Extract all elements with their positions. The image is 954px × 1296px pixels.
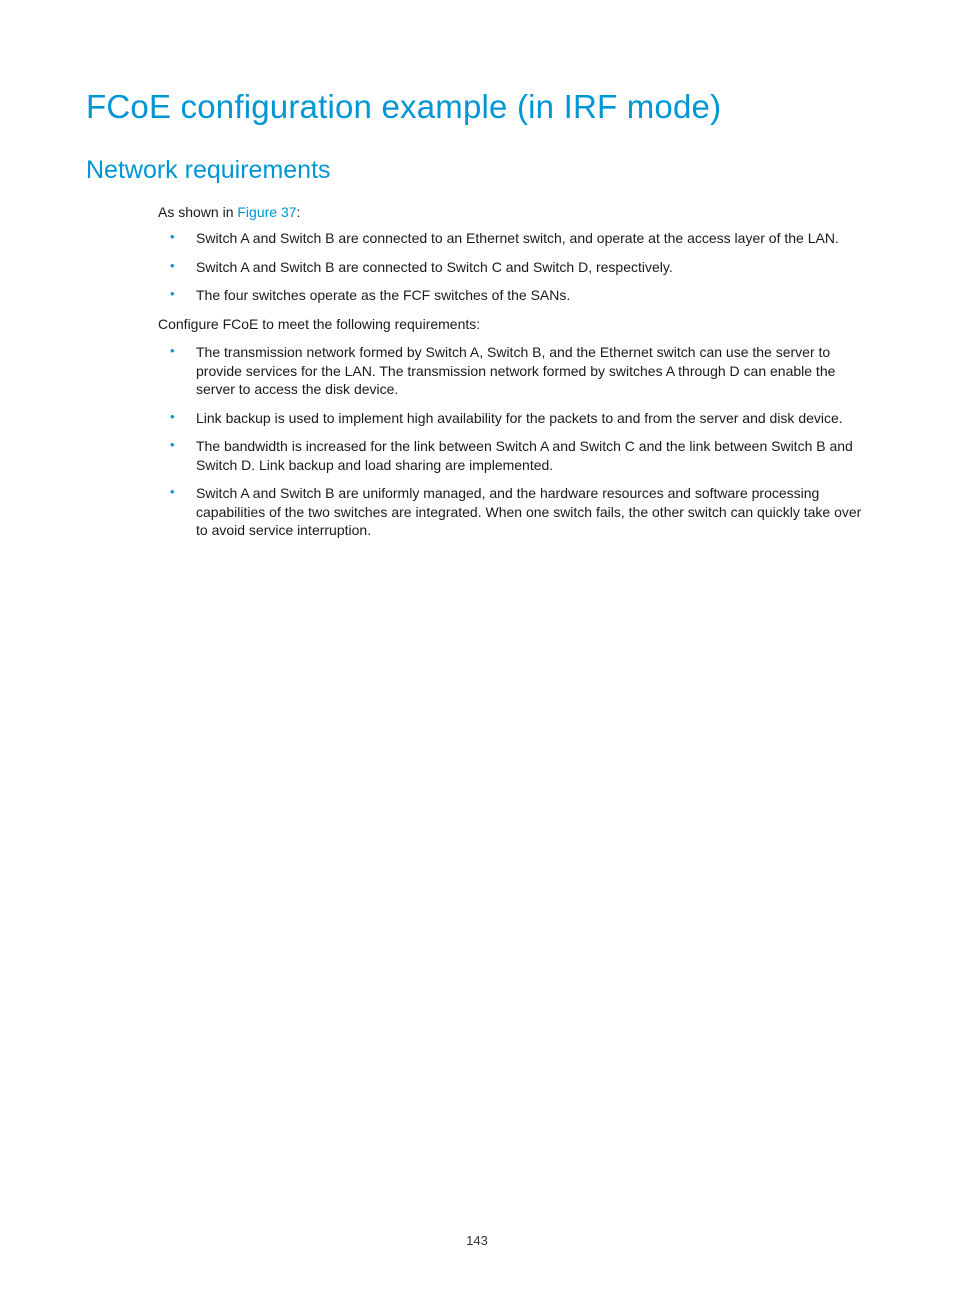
intro-text-prefix: As shown in [158, 204, 237, 220]
page-number: 143 [0, 1233, 954, 1248]
requirements-list: The transmission network formed by Switc… [158, 343, 868, 539]
list-item: The transmission network formed by Switc… [158, 343, 868, 398]
intro-text-suffix: : [297, 204, 301, 220]
list-item: Switch A and Switch B are uniformly mana… [158, 484, 868, 539]
figure-reference-link[interactable]: Figure 37 [237, 204, 296, 220]
list-item: Link backup is used to implement high av… [158, 409, 868, 427]
list-item: The four switches operate as the FCF swi… [158, 286, 868, 304]
intro-paragraph: As shown in Figure 37: [158, 203, 868, 221]
list-item: The bandwidth is increased for the link … [158, 437, 868, 474]
body-content: As shown in Figure 37: Switch A and Swit… [158, 203, 868, 540]
lead-paragraph: Configure FCoE to meet the following req… [158, 315, 868, 333]
document-page: FCoE configuration example (in IRF mode)… [0, 0, 954, 1296]
list-item: Switch A and Switch B are connected to a… [158, 229, 868, 247]
list-item: Switch A and Switch B are connected to S… [158, 258, 868, 276]
section-heading: Network requirements [86, 156, 868, 185]
context-list: Switch A and Switch B are connected to a… [158, 229, 868, 304]
page-title: FCoE configuration example (in IRF mode) [86, 88, 868, 126]
